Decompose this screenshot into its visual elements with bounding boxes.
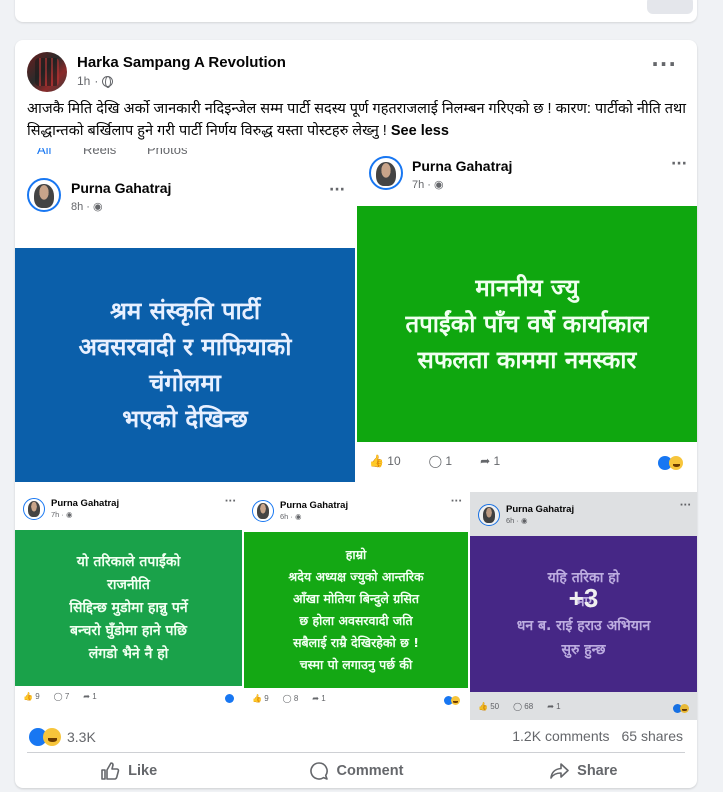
haha-reaction-icon — [680, 704, 689, 713]
shot-reactions: 👍 50 ◯ 68 ➦ 1 — [478, 702, 561, 711]
shot-text-line: आँखा मोतिया बिन्दुले ग्रसित — [292, 591, 420, 606]
shot-text-line: अवसरवादी र माफियाको — [78, 333, 292, 361]
shot-more-icon: ··· — [224, 496, 236, 507]
photo-grid: All Reels Photos Purna Gahatraj 8h · ◉ ·… — [15, 148, 697, 720]
like-reaction-icon — [225, 694, 234, 703]
reaction-count: 3.3K — [67, 729, 96, 745]
share-label: Share — [577, 763, 618, 779]
shot-panel: यो तरिकाले तपाईंको राजनीति सिद्दिन्छ मुडोम… — [15, 530, 242, 686]
comment-icon — [309, 762, 328, 780]
shot-author: Purna Gahatraj — [71, 180, 172, 196]
shot-panel: श्रम संस्कृति पार्टी अवसरवादी र माफियाको च… — [15, 248, 355, 482]
shot-text-line: हाम्रो — [345, 547, 367, 562]
share-icon — [550, 763, 569, 779]
shot-avatar — [369, 156, 403, 190]
shot-author: Purna Gahatraj — [51, 498, 120, 509]
haha-reaction-icon — [451, 696, 460, 705]
more-photos-overlay[interactable]: +3 — [470, 536, 697, 660]
shot-text-line: श्रम संस्कृति पार्टी — [109, 297, 261, 325]
shot-panel-text: माननीय ज्यु तपाईंको पाँच वर्षे कार्याकाल स… — [405, 270, 648, 378]
photo-tile-3[interactable]: Purna Gahatraj 7h · ◉ ··· यो तरिकाले तपा… — [15, 494, 242, 718]
shot-time: 6h · ◉ — [280, 512, 302, 521]
shot-more-icon: ··· — [671, 156, 687, 172]
thumbs-up-icon — [101, 762, 120, 780]
like-label: Like — [128, 763, 158, 779]
shot-panel: हाम्रो श्रदेय अध्यक्ष ज्युको आन्तरिक आँखा … — [244, 532, 468, 688]
shot-more-icon: ··· — [450, 496, 462, 507]
share-button[interactable]: Share — [470, 754, 697, 788]
post-meta: 1h · — [77, 74, 114, 88]
shot-text-line: राजनीति — [107, 576, 150, 593]
comment-button[interactable]: Comment — [242, 754, 469, 788]
haha-reaction-icon — [43, 728, 61, 746]
post-stats: 3.3K 1.2K comments 65 shares — [15, 726, 697, 748]
post-author[interactable]: Harka Sampang A Revolution — [77, 54, 286, 71]
shot-reactions: 👍 9 ◯ 7 ➦ 1 — [23, 692, 97, 701]
shot-reactions: 👍 9 ◯ 8 ➦ 1 — [252, 694, 326, 703]
shot-panel-text: हाम्रो श्रदेय अध्यक्ष ज्युको आन्तरिक आँखा … — [288, 544, 423, 676]
comment-count[interactable]: 1.2K comments — [512, 728, 609, 744]
tab-reels: Reels — [83, 148, 117, 157]
shot-text-line: छ होला अवसरवादी जति — [299, 613, 413, 628]
tab-photos: Photos — [147, 148, 188, 157]
post-time[interactable]: 1h — [77, 74, 90, 88]
shot-text-line: लंगडो भैने नै हो — [88, 645, 169, 662]
shot-author: Purna Gahatraj — [506, 504, 575, 515]
globe-icon — [102, 75, 114, 88]
shot-text-line: तपाईंको पाँच वर्षे कार्याकाल — [405, 310, 649, 338]
post-text: आजकै मिति देखि अर्को जानकारी नदिइन्जेल स… — [27, 98, 687, 142]
shot-text-line: श्रदेय अध्यक्ष ज्युको आन्तरिक — [288, 569, 424, 584]
post-body: आजकै मिति देखि अर्को जानकारी नदिइन्जेल स… — [27, 101, 687, 139]
shot-text-line: चंगोलमा — [149, 369, 221, 397]
post-actions: Like Comment Share — [15, 754, 697, 788]
shot-text-line: माननीय ज्यु — [475, 274, 579, 302]
shot-text-line: यो तरिकाले तपाईंको — [76, 553, 181, 570]
photo-tile-5[interactable]: Purna Gahatraj 6h · ◉ ··· यहि तरिका हो भए… — [470, 492, 697, 720]
tab-all: All — [37, 148, 52, 157]
shot-time: 8h · ◉ — [71, 201, 103, 213]
feed-post: Harka Sampang A Revolution 1h · ··· आजकै… — [15, 40, 697, 788]
shot-time: 7h · ◉ — [412, 179, 444, 191]
haha-reaction-icon — [669, 456, 683, 470]
photo-tile-2[interactable]: Purna Gahatraj 7h · ◉ ··· माननीय ज्यु तपा… — [357, 148, 697, 492]
shot-more-icon: ··· — [329, 182, 345, 198]
shot-text-line: सफलता काममा नमस्कार — [417, 346, 637, 374]
shot-avatar — [478, 504, 500, 526]
shot-text-line: सिद्दिन्छ मुडोमा हान्नु पर्ने — [69, 599, 188, 616]
photo-tile-1[interactable]: Purna Gahatraj 8h · ◉ ··· श्रम संस्कृति … — [15, 170, 355, 490]
reaction-summary[interactable]: 3.3K — [29, 728, 96, 746]
previous-post-card — [15, 0, 697, 22]
shot-more-icon: ··· — [679, 500, 691, 511]
shot-avatar — [23, 498, 45, 520]
divider — [27, 752, 685, 753]
shot-time: 7h · ◉ — [51, 510, 73, 519]
more-options-icon[interactable]: ··· — [651, 54, 677, 74]
shot-reactions: 👍 10 ◯ 1 ➦ 1 — [369, 454, 501, 468]
shot-author: Purna Gahatraj — [412, 158, 513, 174]
shot-text-line: चस्मा पो लगाउनु पर्छ की — [299, 657, 413, 672]
shot-panel-text: श्रम संस्कृति पार्टी अवसरवादी र माफियाको च… — [79, 293, 292, 437]
shot-time: 6h · ◉ — [506, 516, 528, 525]
page-avatar[interactable] — [27, 52, 67, 92]
shot-panel: माननीय ज्यु तपाईंको पाँच वर्षे कार्याकाल स… — [357, 206, 697, 442]
shot-text-line: बन्चरो घुँडोमा हाने पछि — [70, 622, 187, 639]
shot-text-line: सबैलाई राम्रै देखिरहेको छ ! — [293, 635, 419, 650]
share-count[interactable]: 65 shares — [622, 728, 683, 744]
see-less-link[interactable]: See less — [391, 123, 449, 139]
photo-tile-4[interactable]: Purna Gahatraj 6h · ◉ ··· हाम्रो श्रदेय अ… — [244, 494, 468, 718]
shot-author: Purna Gahatraj — [280, 500, 349, 511]
shot-text-line: भएको देखिन्छ — [122, 405, 248, 433]
shot-avatar — [252, 500, 274, 522]
comment-label: Comment — [336, 763, 404, 779]
previous-post-button[interactable] — [647, 0, 693, 14]
like-button[interactable]: Like — [15, 754, 242, 788]
shot-panel-text: यो तरिकाले तपाईंको राजनीति सिद्दिन्छ मुडोम… — [69, 551, 187, 666]
shot-avatar — [27, 178, 61, 212]
